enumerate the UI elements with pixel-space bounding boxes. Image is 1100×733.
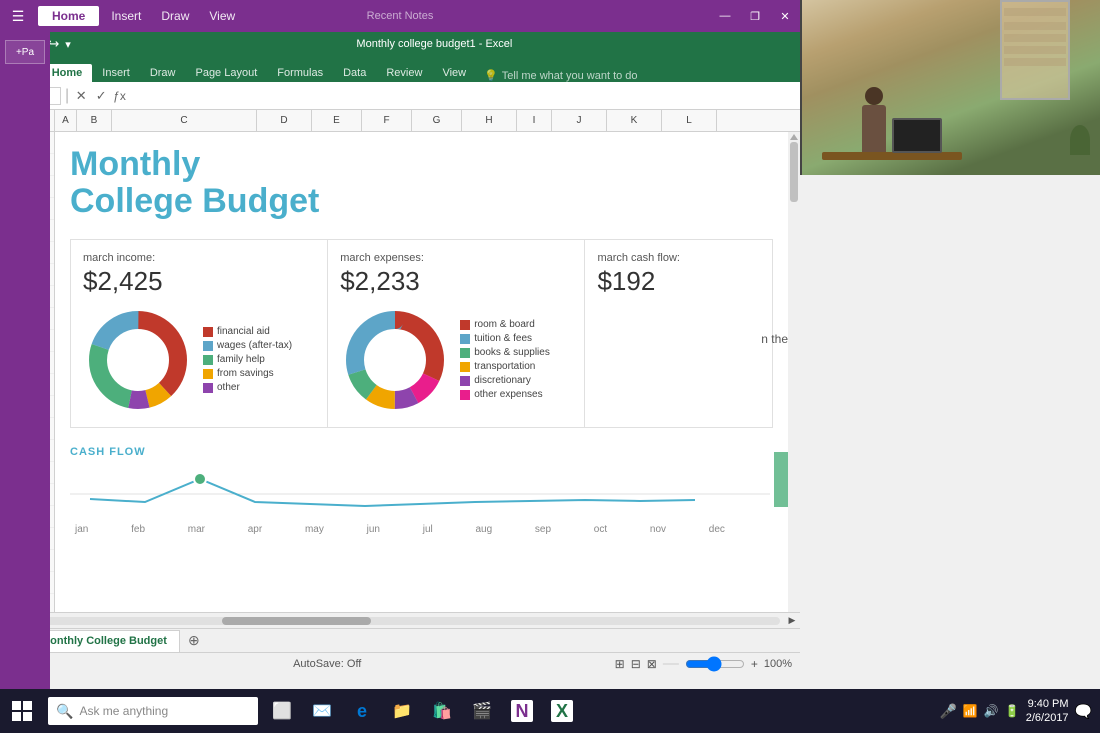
col-header-d[interactable]: D <box>257 110 312 131</box>
col-header-h[interactable]: H <box>462 110 517 131</box>
draw-tab[interactable]: Draw <box>151 6 199 26</box>
taskbar-volume-icon[interactable]: 🔊 <box>984 704 999 718</box>
onenote-taskbar-icon[interactable]: N <box>502 689 542 733</box>
notification-icon[interactable]: 🗨️ <box>1075 703 1092 720</box>
col-header-f[interactable]: F <box>362 110 412 131</box>
app-title: Recent Notes <box>367 10 434 22</box>
view-layout-icon[interactable]: ⊟ <box>631 657 641 671</box>
formula-input[interactable] <box>130 89 794 103</box>
taskbar-mic-icon[interactable]: 🎤 <box>939 703 956 720</box>
expenses-panel: march expenses: $2,233 <box>328 240 585 427</box>
cashflow-label: march cash flow: <box>597 252 760 264</box>
restore-button[interactable]: ❐ <box>740 0 770 32</box>
hamburger-icon[interactable]: ☰ <box>0 0 36 32</box>
status-autosave: AutoSave: Off <box>293 658 361 670</box>
col-header-k[interactable]: K <box>607 110 662 131</box>
truncated-text: n the <box>761 332 788 346</box>
sheet-tab-plus[interactable]: ⊕ <box>184 631 204 651</box>
taskbar-network-icon[interactable]: 📶 <box>963 704 978 718</box>
col-header-i[interactable]: I <box>517 110 552 131</box>
zoom-plus-icon[interactable]: + <box>751 657 758 671</box>
tab-draw[interactable]: Draw <box>140 64 186 82</box>
insert-tab[interactable]: Insert <box>101 6 151 26</box>
taskbar-clock: 9:40 PM 2/6/2017 <box>1026 697 1069 726</box>
income-panel: march income: $2,425 <box>71 240 328 427</box>
col-header-e[interactable]: E <box>312 110 362 131</box>
edge-icon[interactable]: e <box>342 689 382 733</box>
mail-icon[interactable]: ✉️ <box>302 689 342 733</box>
col-header-l[interactable]: L <box>662 110 717 131</box>
tab-pagelayout[interactable]: Page Layout <box>185 64 267 82</box>
cashflow-title: CASH FLOW <box>70 446 773 458</box>
zoom-slider[interactable] <box>685 660 745 668</box>
income-donut-chart <box>83 305 193 415</box>
tab-review[interactable]: Review <box>376 64 432 82</box>
col-header-c[interactable]: C <box>112 110 257 131</box>
customize-icon[interactable]: ▾ <box>65 38 71 51</box>
income-legend: financial aid wages (after-tax) family h… <box>203 326 292 393</box>
scroll-right-end-btn[interactable]: ▶ <box>784 613 800 629</box>
excel-taskbar-icon[interactable]: X <box>542 689 582 733</box>
expenses-value: $2,233 <box>340 266 572 297</box>
store-icon[interactable]: 🛍️ <box>422 689 462 733</box>
budget-title: Monthly College Budget <box>70 146 773 221</box>
cancel-icon[interactable]: ✕ <box>73 88 89 104</box>
explorer-icon[interactable]: 📁 <box>382 689 422 733</box>
minimize-button[interactable]: — <box>710 0 740 32</box>
expenses-label: march expenses: <box>340 252 572 264</box>
confirm-icon[interactable]: ✓ <box>93 88 109 104</box>
tab-data[interactable]: Data <box>333 64 376 82</box>
home-tab[interactable]: Home <box>38 6 99 26</box>
col-header-a[interactable]: A <box>55 110 77 131</box>
taskbar: 🔍 Ask me anything ⬜ ✉️ e 📁 🛍️ 🎬 N X 🎤 📶 … <box>0 689 1100 733</box>
cashflow-section: CASH FLOW jan feb mar apr may jun jul au <box>70 440 773 541</box>
search-placeholder: Ask me anything <box>79 704 168 718</box>
col-header-g[interactable]: G <box>412 110 462 131</box>
expenses-donut-chart <box>340 305 450 415</box>
cortana-search[interactable]: 🔍 Ask me anything <box>48 697 258 725</box>
cashflow-value: $192 <box>597 266 760 297</box>
cashflow-line-chart <box>70 464 770 519</box>
sidebar-new-page[interactable]: +Pa <box>5 40 45 64</box>
video-overlay <box>800 0 1100 175</box>
start-button[interactable] <box>0 689 44 733</box>
col-header-b[interactable]: B <box>77 110 112 131</box>
close-button[interactable]: ✕ <box>770 0 800 32</box>
sheet-tab-monthly[interactable]: Monthly College Budget <box>28 630 180 652</box>
cashflow-panel: march cash flow: $192 <box>585 240 772 427</box>
photos-icon[interactable]: 🎬 <box>462 689 502 733</box>
view-pagebreak-icon[interactable]: ⊠ <box>647 657 657 671</box>
income-value: $2,425 <box>83 266 315 297</box>
zoom-level: 100% <box>764 658 792 670</box>
excel-file-title: Monthly college budget1 - Excel <box>77 38 792 50</box>
view-tab[interactable]: View <box>199 6 245 26</box>
taskbar-right-section: 🎤 📶 🔊 🔋 9:40 PM 2/6/2017 🗨️ <box>939 697 1100 726</box>
view-normal-icon[interactable]: ⊞ <box>615 657 625 671</box>
expenses-legend: room & board tuition & fees books & supp… <box>460 319 550 400</box>
tab-formulas[interactable]: Formulas <box>267 64 333 82</box>
task-view-button[interactable]: ⬜ <box>262 689 302 733</box>
formula-separator: | <box>65 87 69 105</box>
col-header-j[interactable]: J <box>552 110 607 131</box>
taskbar-battery-icon[interactable]: 🔋 <box>1005 704 1020 718</box>
function-icon[interactable]: ƒx <box>113 89 126 103</box>
tell-me-input[interactable]: 💡Tell me what you want to do <box>476 69 645 82</box>
cashflow-right-bar <box>774 452 788 507</box>
vertical-scrollbar[interactable] <box>788 132 800 612</box>
zoom-separator: — <box>663 655 679 673</box>
h-scrollbar-thumb[interactable] <box>222 617 371 625</box>
income-label: march income: <box>83 252 315 264</box>
tab-view[interactable]: View <box>432 64 476 82</box>
tab-insert[interactable]: Insert <box>92 64 140 82</box>
